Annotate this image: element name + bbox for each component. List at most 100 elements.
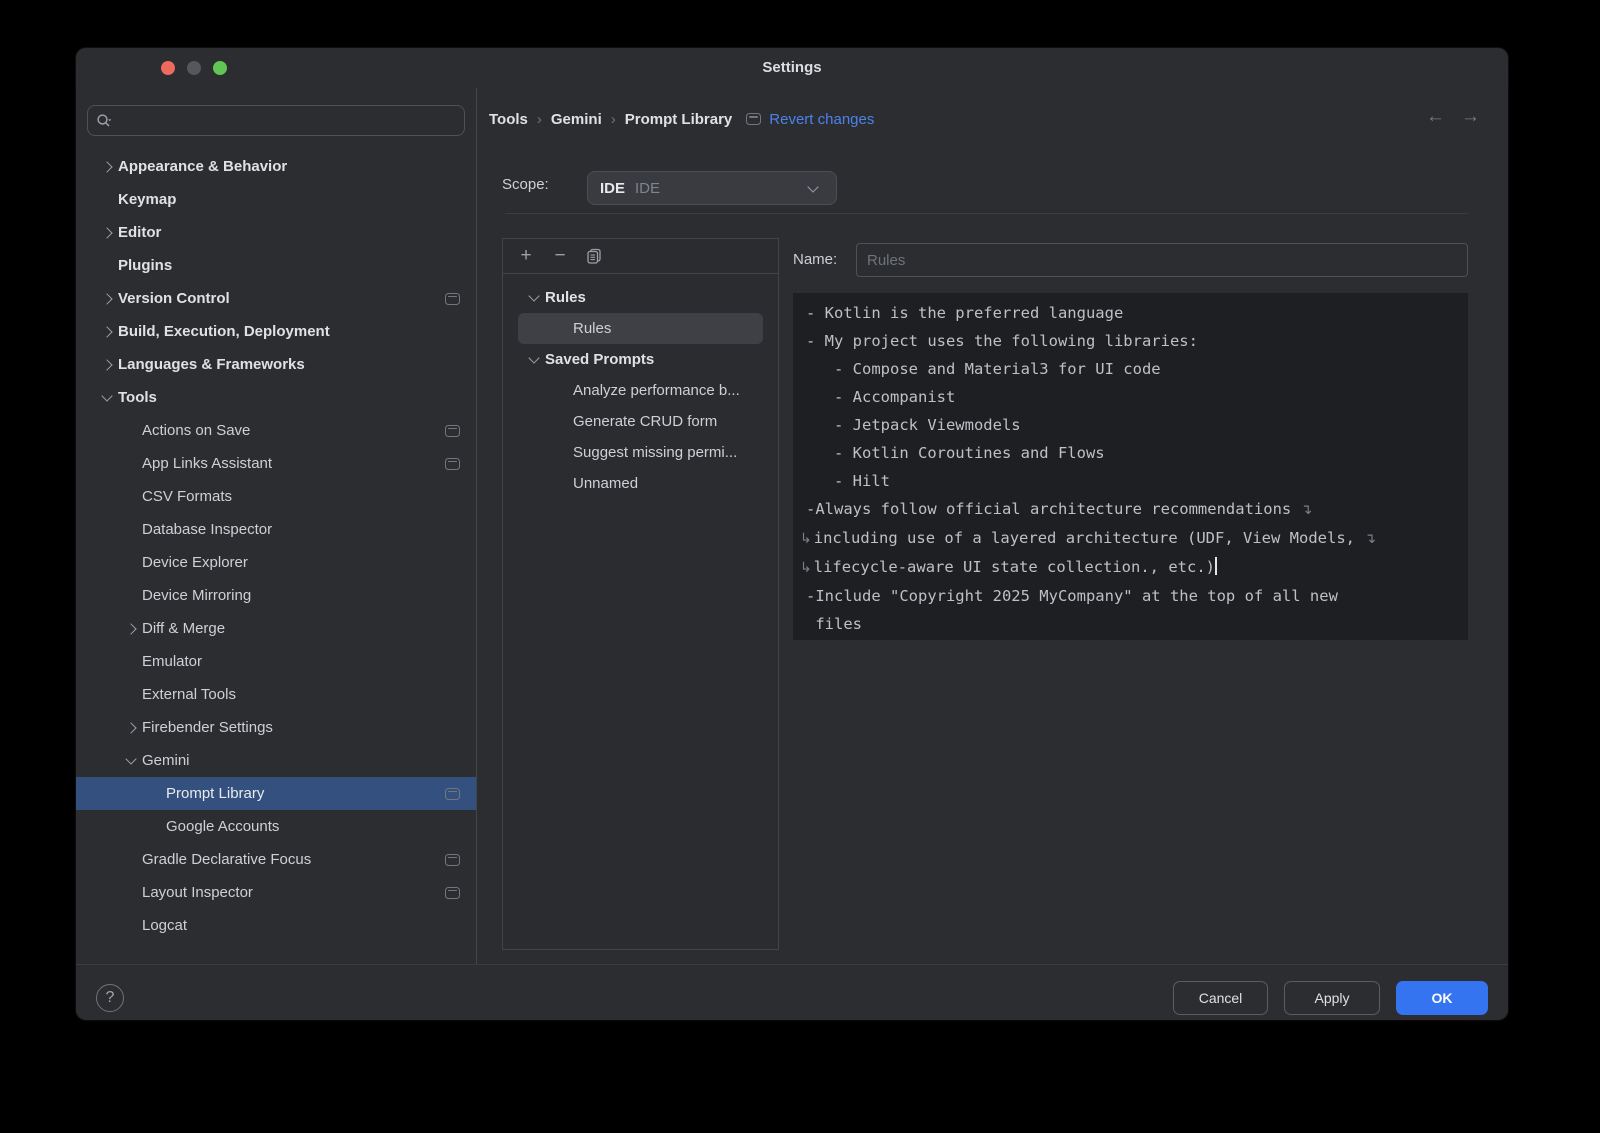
- search-input[interactable]: [118, 112, 456, 130]
- sidebar-item-appearance-behavior[interactable]: Appearance & Behavior: [76, 150, 476, 183]
- prompt-name-input[interactable]: [856, 243, 1468, 277]
- sidebar-item-logcat[interactable]: Logcat: [76, 909, 476, 942]
- chevron-down-icon: [802, 186, 824, 191]
- editor-line: -Always follow official architecture rec…: [806, 495, 1468, 524]
- copy-icon: [586, 248, 602, 264]
- help-button[interactable]: ?: [96, 984, 124, 1012]
- chevron-down-icon: [523, 357, 545, 362]
- sidebar-item-label: Build, Execution, Deployment: [118, 323, 330, 340]
- editor-line: - Kotlin is the preferred language: [806, 299, 1468, 327]
- sidebar-item-keymap[interactable]: Keymap: [76, 183, 476, 216]
- sidebar-item-label: Gradle Declarative Focus: [142, 851, 311, 868]
- screen-settings-icon: [445, 887, 460, 899]
- sidebar-divider: [476, 88, 477, 964]
- sidebar-item-layout-inspector[interactable]: Layout Inspector: [76, 876, 476, 909]
- scope-label: Scope:: [502, 176, 549, 193]
- scope-selected-value: IDE: [600, 180, 625, 197]
- settings-search-field[interactable]: [87, 105, 465, 136]
- prompt-tree-label: Suggest missing permi...: [573, 444, 737, 461]
- sidebar-item-app-links-assistant[interactable]: App Links Assistant: [76, 447, 476, 480]
- sidebar-item-tools[interactable]: Tools: [76, 381, 476, 414]
- breadcrumb-separator: ›: [611, 111, 616, 128]
- sidebar-item-emulator[interactable]: Emulator: [76, 645, 476, 678]
- prompt-tree-label: Rules: [545, 289, 586, 306]
- sidebar-item-label: Keymap: [118, 191, 176, 208]
- chevron-right-icon: [96, 361, 118, 369]
- screen-settings-icon: [445, 788, 460, 800]
- sidebar-item-gradle-declarative-focus[interactable]: Gradle Declarative Focus: [76, 843, 476, 876]
- sidebar-item-google-accounts[interactable]: Google Accounts: [76, 810, 476, 843]
- breadcrumb-item-gemini[interactable]: Gemini: [551, 111, 602, 128]
- editor-line: files: [806, 610, 1468, 638]
- search-icon: [96, 113, 112, 129]
- sidebar-item-device-mirroring[interactable]: Device Mirroring: [76, 579, 476, 612]
- name-label: Name:: [793, 251, 837, 268]
- chevron-right-icon: [96, 163, 118, 171]
- sidebar-item-plugins[interactable]: Plugins: [76, 249, 476, 282]
- sidebar-item-prompt-library[interactable]: Prompt Library: [76, 777, 476, 810]
- ok-button[interactable]: OK: [1396, 981, 1488, 1015]
- editor-line-text: - Kotlin Coroutines and Flows: [806, 444, 1105, 462]
- sidebar-item-label: Emulator: [142, 653, 202, 670]
- sidebar-item-device-explorer[interactable]: Device Explorer: [76, 546, 476, 579]
- sidebar-item-gemini[interactable]: Gemini: [76, 744, 476, 777]
- scope-dropdown[interactable]: IDE IDE: [587, 171, 837, 205]
- editor-line: - Accompanist: [806, 383, 1468, 411]
- breadcrumb-item-prompt-library[interactable]: Prompt Library: [625, 111, 733, 128]
- remove-button[interactable]: −: [547, 244, 573, 268]
- revert-changes-link[interactable]: Revert changes: [769, 111, 874, 128]
- editor-line: - Compose and Material3 for UI code: [806, 355, 1468, 383]
- header-separator: [505, 213, 1468, 214]
- titlebar: Settings: [76, 48, 1508, 88]
- prompt-tree: Rules Rules Saved Prompts Analyze performan…: [503, 274, 778, 499]
- prompt-tree-label: Rules: [573, 320, 611, 337]
- editor-line-text: - Accompanist: [806, 388, 955, 406]
- sidebar-item-label: Gemini: [142, 752, 190, 769]
- prompt-tree-item-unnamed[interactable]: Unnamed: [503, 468, 778, 499]
- add-button[interactable]: +: [513, 244, 539, 268]
- settings-category-tree: Appearance & Behavior Keymap EditorPlugins…: [76, 150, 476, 942]
- settings-window: Settings Appearance & Behavior Keymap Edit…: [76, 48, 1508, 1020]
- sidebar-item-label: Appearance & Behavior: [118, 158, 287, 175]
- screen: Settings Appearance & Behavior Keymap Edit…: [0, 0, 1600, 1133]
- breadcrumb-item-tools[interactable]: Tools: [489, 111, 528, 128]
- sidebar-item-firebender-settings[interactable]: Firebender Settings: [76, 711, 476, 744]
- sidebar-item-build-execution-deployment[interactable]: Build, Execution, Deployment: [76, 315, 476, 348]
- prompt-tree-item-rules[interactable]: Rules: [518, 313, 763, 344]
- sidebar-item-external-tools[interactable]: External Tools: [76, 678, 476, 711]
- prompt-text-editor[interactable]: - Kotlin is the preferred language- My p…: [793, 293, 1468, 640]
- prompt-tree-group-rules[interactable]: Rules: [503, 282, 778, 313]
- prompt-tree-label: Analyze performance b...: [573, 382, 740, 399]
- forward-arrow-icon[interactable]: →: [1461, 106, 1480, 128]
- screen-settings-icon: [445, 293, 460, 305]
- prompt-tree-group-saved-prompts[interactable]: Saved Prompts: [503, 344, 778, 375]
- footer-separator: [76, 964, 1508, 965]
- editor-line: ↳lifecycle-aware UI state collection., e…: [806, 553, 1468, 582]
- history-nav: ← →: [1426, 106, 1480, 128]
- editor-line-text: -Include "Copyright 2025 MyCompany" at t…: [806, 587, 1338, 605]
- prompt-tree-item-suggest-missing-permi[interactable]: Suggest missing permi...: [503, 437, 778, 468]
- editor-line-text: - Hilt: [806, 472, 890, 490]
- sidebar-item-database-inspector[interactable]: Database Inspector: [76, 513, 476, 546]
- scope-hint: IDE: [635, 180, 660, 197]
- chevron-right-icon: [96, 328, 118, 336]
- prompt-tree-item-analyze-performance-b[interactable]: Analyze performance b...: [503, 375, 778, 406]
- prompt-tree-item-generate-crud-form[interactable]: Generate CRUD form: [503, 406, 778, 437]
- sidebar-item-actions-on-save[interactable]: Actions on Save: [76, 414, 476, 447]
- back-arrow-icon[interactable]: ←: [1426, 106, 1445, 128]
- copy-button[interactable]: [581, 244, 607, 268]
- soft-wrap-start-icon: ↳: [800, 560, 812, 576]
- editor-line-text: - Kotlin is the preferred language: [806, 304, 1123, 322]
- sidebar-item-languages-frameworks[interactable]: Languages & Frameworks: [76, 348, 476, 381]
- editor-line-text: files: [806, 615, 862, 633]
- cancel-button[interactable]: Cancel: [1173, 981, 1268, 1015]
- chevron-right-icon: [120, 724, 142, 732]
- chevron-down-icon: [96, 395, 118, 400]
- sidebar-item-csv-formats[interactable]: CSV Formats: [76, 480, 476, 513]
- apply-button[interactable]: Apply: [1284, 981, 1380, 1015]
- sidebar-item-editor[interactable]: Editor: [76, 216, 476, 249]
- editor-line: - Kotlin Coroutines and Flows: [806, 439, 1468, 467]
- chevron-down-icon: [120, 758, 142, 763]
- sidebar-item-diff-merge[interactable]: Diff & Merge: [76, 612, 476, 645]
- sidebar-item-version-control[interactable]: Version Control: [76, 282, 476, 315]
